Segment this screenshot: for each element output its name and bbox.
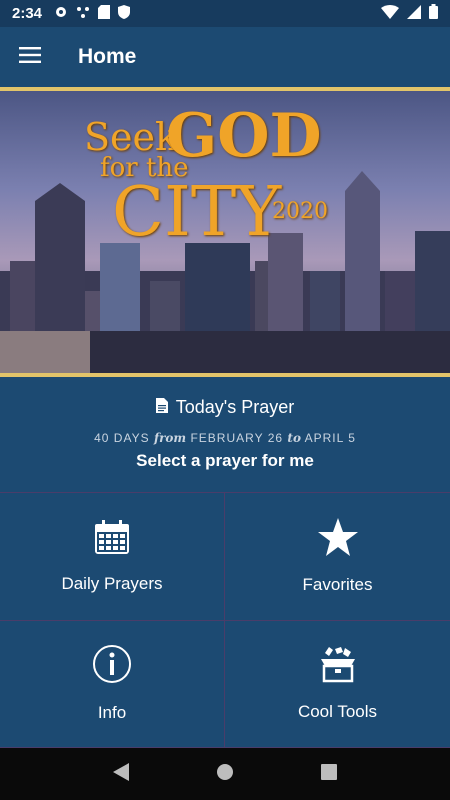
star-icon [317,517,358,561]
toolbox-icon [319,645,357,688]
menu-button[interactable] [0,27,60,87]
settings-icon [54,5,68,23]
menu-icon [19,46,41,68]
prayer-start-date: FEBRUARY 26 [190,431,284,445]
app-bar: Home [0,27,450,87]
status-bar: 2:34 [0,0,450,27]
favorites-tile[interactable]: Favorites [225,493,450,621]
cool-tools-tile[interactable]: Cool Tools [225,621,450,748]
cool-tools-label: Cool Tools [297,702,378,722]
banner-god: GOD [166,101,322,171]
prayer-end-date: APRIL 5 [304,431,356,445]
home-icon[interactable] [216,763,234,786]
info-tile[interactable]: Info [0,620,225,748]
recents-icon[interactable] [320,763,337,785]
shield-icon [118,4,131,23]
banner-year: 2020 [272,199,328,224]
hotspot-icon [76,5,90,23]
banner-city: CITY [112,173,282,252]
status-time: 2:34 [12,5,43,22]
signal-icon [407,4,421,23]
prayer-to: to [287,431,301,445]
prayer-title: Today's Prayer [175,397,295,417]
info-icon [92,644,132,689]
calendar-icon [94,519,130,560]
document-icon [155,397,168,418]
sd-card-icon [98,4,111,23]
battery-icon [429,4,438,23]
daily-prayers-label: Daily Prayers [61,573,163,593]
back-icon[interactable] [113,762,130,786]
daily-prayers-tile[interactable]: Daily Prayers [0,493,225,621]
prayer-date-range: 40 DAYS from FEBRUARY 26 to APRIL 5 [0,431,450,445]
page-title: Home [78,45,137,68]
banner-image: Seek GOD for the CITY 2020 [0,87,450,377]
system-nav-bar [0,748,450,800]
select-prayer-link[interactable]: Select a prayer for me [0,451,450,471]
wifi-icon [381,4,399,23]
menu-grid: Daily Prayers Favorites Info Cool Tools [0,492,450,748]
todays-prayer-section[interactable]: Today's Prayer 40 DAYS from FEBRUARY 26 … [0,377,450,492]
prayer-days-label: 40 DAYS [94,431,150,445]
favorites-label: Favorites [302,574,373,594]
info-label: Info [97,703,127,723]
prayer-header: Today's Prayer [0,397,450,418]
prayer-from: from [153,431,187,445]
